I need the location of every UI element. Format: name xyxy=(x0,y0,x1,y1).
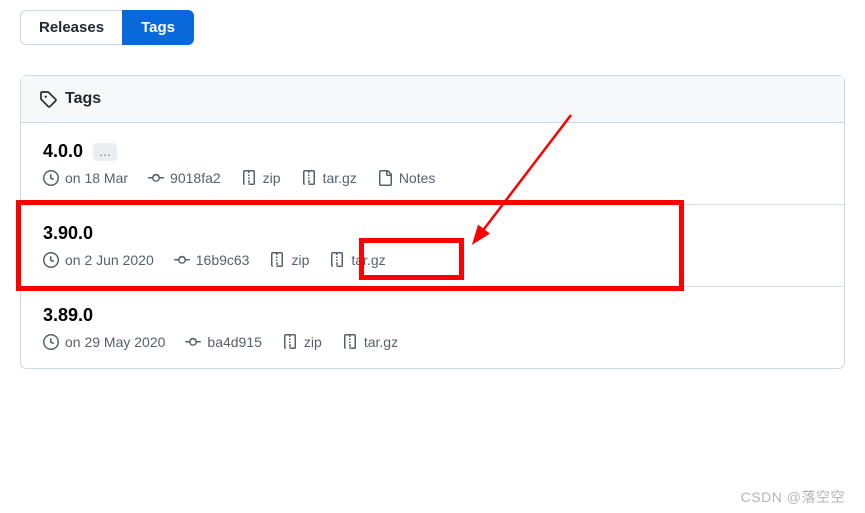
clock-icon xyxy=(43,170,59,186)
tag-entry: 3.89.0 on 29 May 2020 ba4d915 zip xyxy=(21,287,844,368)
commit-icon xyxy=(185,334,201,350)
download-zip[interactable]: zip xyxy=(241,170,281,186)
tag-version-link[interactable]: 3.90.0 xyxy=(43,223,93,244)
zip-icon xyxy=(301,170,317,186)
zip-icon xyxy=(329,252,345,268)
tag-version-link[interactable]: 4.0.0 xyxy=(43,141,83,162)
file-icon xyxy=(377,170,393,186)
clock-icon xyxy=(43,252,59,268)
tab-tags[interactable]: Tags xyxy=(122,10,194,45)
watermark: CSDN @落空空 xyxy=(741,487,845,507)
clock-icon xyxy=(43,334,59,350)
tags-panel: Tags 4.0.0 … on 18 Mar 9018fa2 xyxy=(20,75,845,369)
tag-entry: 3.90.0 on 2 Jun 2020 16b9c63 zip xyxy=(21,205,844,287)
tag-date: on 29 May 2020 xyxy=(43,334,165,350)
tag-commit[interactable]: 16b9c63 xyxy=(174,252,250,268)
panel-header: Tags xyxy=(21,76,844,123)
zip-icon xyxy=(241,170,257,186)
tag-commit[interactable]: ba4d915 xyxy=(185,334,262,350)
commit-icon xyxy=(148,170,164,186)
tag-date: on 2 Jun 2020 xyxy=(43,252,154,268)
tab-releases[interactable]: Releases xyxy=(20,10,123,45)
download-targz[interactable]: tar.gz xyxy=(301,170,357,186)
annotation-box-outer xyxy=(16,200,684,291)
ellipsis-button[interactable]: … xyxy=(93,143,117,161)
tag-date: on 18 Mar xyxy=(43,170,128,186)
release-notes[interactable]: Notes xyxy=(377,170,436,186)
download-targz[interactable]: tar.gz xyxy=(342,334,398,350)
tab-bar: Releases Tags xyxy=(20,10,845,45)
tag-icon xyxy=(39,90,57,108)
download-targz[interactable]: tar.gz xyxy=(329,252,385,268)
tag-entry: 4.0.0 … on 18 Mar 9018fa2 zip xyxy=(21,123,844,205)
commit-icon xyxy=(174,252,190,268)
tag-version-link[interactable]: 3.89.0 xyxy=(43,305,93,326)
panel-title: Tags xyxy=(65,90,101,108)
zip-icon xyxy=(282,334,298,350)
tag-commit[interactable]: 9018fa2 xyxy=(148,170,221,186)
download-zip[interactable]: zip xyxy=(269,252,309,268)
zip-icon xyxy=(342,334,358,350)
zip-icon xyxy=(269,252,285,268)
download-zip[interactable]: zip xyxy=(282,334,322,350)
